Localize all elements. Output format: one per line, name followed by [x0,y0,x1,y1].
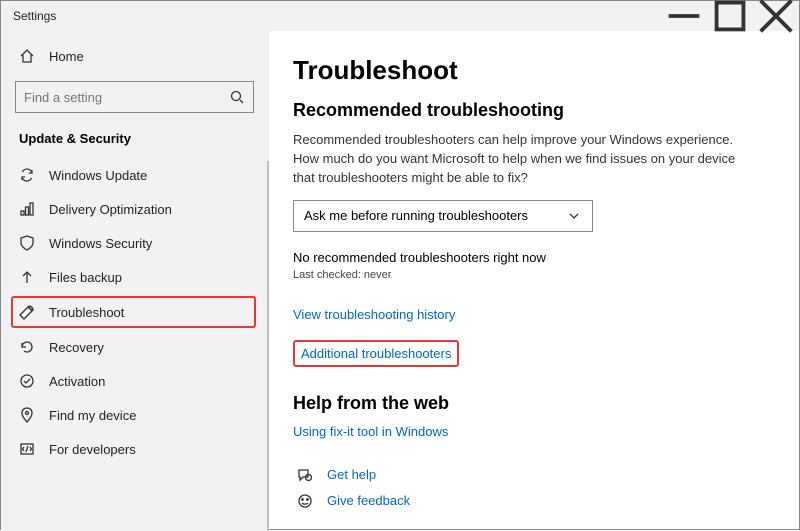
backup-icon [19,269,35,285]
feedback-icon [297,493,313,509]
nav-label: Recovery [49,340,104,355]
subheading: Recommended troubleshooting [293,100,775,121]
recovery-icon [19,339,35,355]
nav-windows-update[interactable]: Windows Update [1,158,268,192]
search-input[interactable] [15,81,254,113]
nav-label: Files backup [49,270,122,285]
developers-icon [19,441,35,457]
description-text: Recommended troubleshooters can help imp… [293,131,753,188]
give-feedback-link[interactable]: Give feedback [327,493,410,508]
get-help-link[interactable]: Get help [327,467,376,482]
nav-windows-security[interactable]: Windows Security [1,226,268,260]
window-title: Settings [13,9,661,23]
shield-icon [19,235,35,251]
wrench-icon [19,304,35,320]
nav-find-my-device[interactable]: Find my device [1,398,268,432]
search-field[interactable] [24,90,229,105]
nav-label: Windows Update [49,168,147,183]
give-feedback-row[interactable]: Give feedback [297,493,775,509]
nav-delivery-optimization[interactable]: Delivery Optimization [1,192,268,226]
minimize-button[interactable] [661,1,707,31]
status-text: No recommended troubleshooters right now [293,250,775,265]
help-heading: Help from the web [293,393,775,414]
location-icon [19,407,35,423]
close-button[interactable] [753,1,799,31]
link-additional-troubleshooters[interactable]: Additional troubleshooters [293,340,459,367]
nav-label: Windows Security [49,236,152,251]
titlebar: Settings [1,1,799,31]
nav-for-developers[interactable]: For developers [1,432,268,466]
window-buttons [661,1,799,31]
sync-icon [19,167,35,183]
nav-files-backup[interactable]: Files backup [1,260,268,294]
chevron-down-icon [566,208,582,224]
optimization-icon [19,201,35,217]
nav-label: Delivery Optimization [49,202,172,217]
home-icon [19,48,35,64]
section-title: Update & Security [1,125,268,158]
get-help-row[interactable]: Get help [297,467,775,483]
maximize-button[interactable] [707,1,753,31]
nav-label: Find my device [49,408,136,423]
last-checked-text: Last checked: never [293,269,775,281]
search-icon [229,89,245,105]
nav-label: Troubleshoot [49,305,124,320]
home-nav[interactable]: Home [1,39,268,73]
sidebar: Home Update & Security Windows Update De… [1,31,269,531]
nav-recovery[interactable]: Recovery [1,330,268,364]
link-history[interactable]: View troubleshooting history [293,307,455,322]
help-icon [297,467,313,483]
nav-label: For developers [49,442,136,457]
dropdown-value: Ask me before running troubleshooters [304,208,528,223]
nav-label: Activation [49,374,105,389]
content-pane: Troubleshoot Recommended troubleshooting… [269,31,799,531]
check-circle-icon [19,373,35,389]
page-title: Troubleshoot [293,55,775,86]
link-fixit[interactable]: Using fix-it tool in Windows [293,424,448,439]
troubleshoot-preference-dropdown[interactable]: Ask me before running troubleshooters [293,200,593,232]
home-label: Home [49,49,84,64]
nav-troubleshoot[interactable]: Troubleshoot [11,296,256,328]
nav-activation[interactable]: Activation [1,364,268,398]
